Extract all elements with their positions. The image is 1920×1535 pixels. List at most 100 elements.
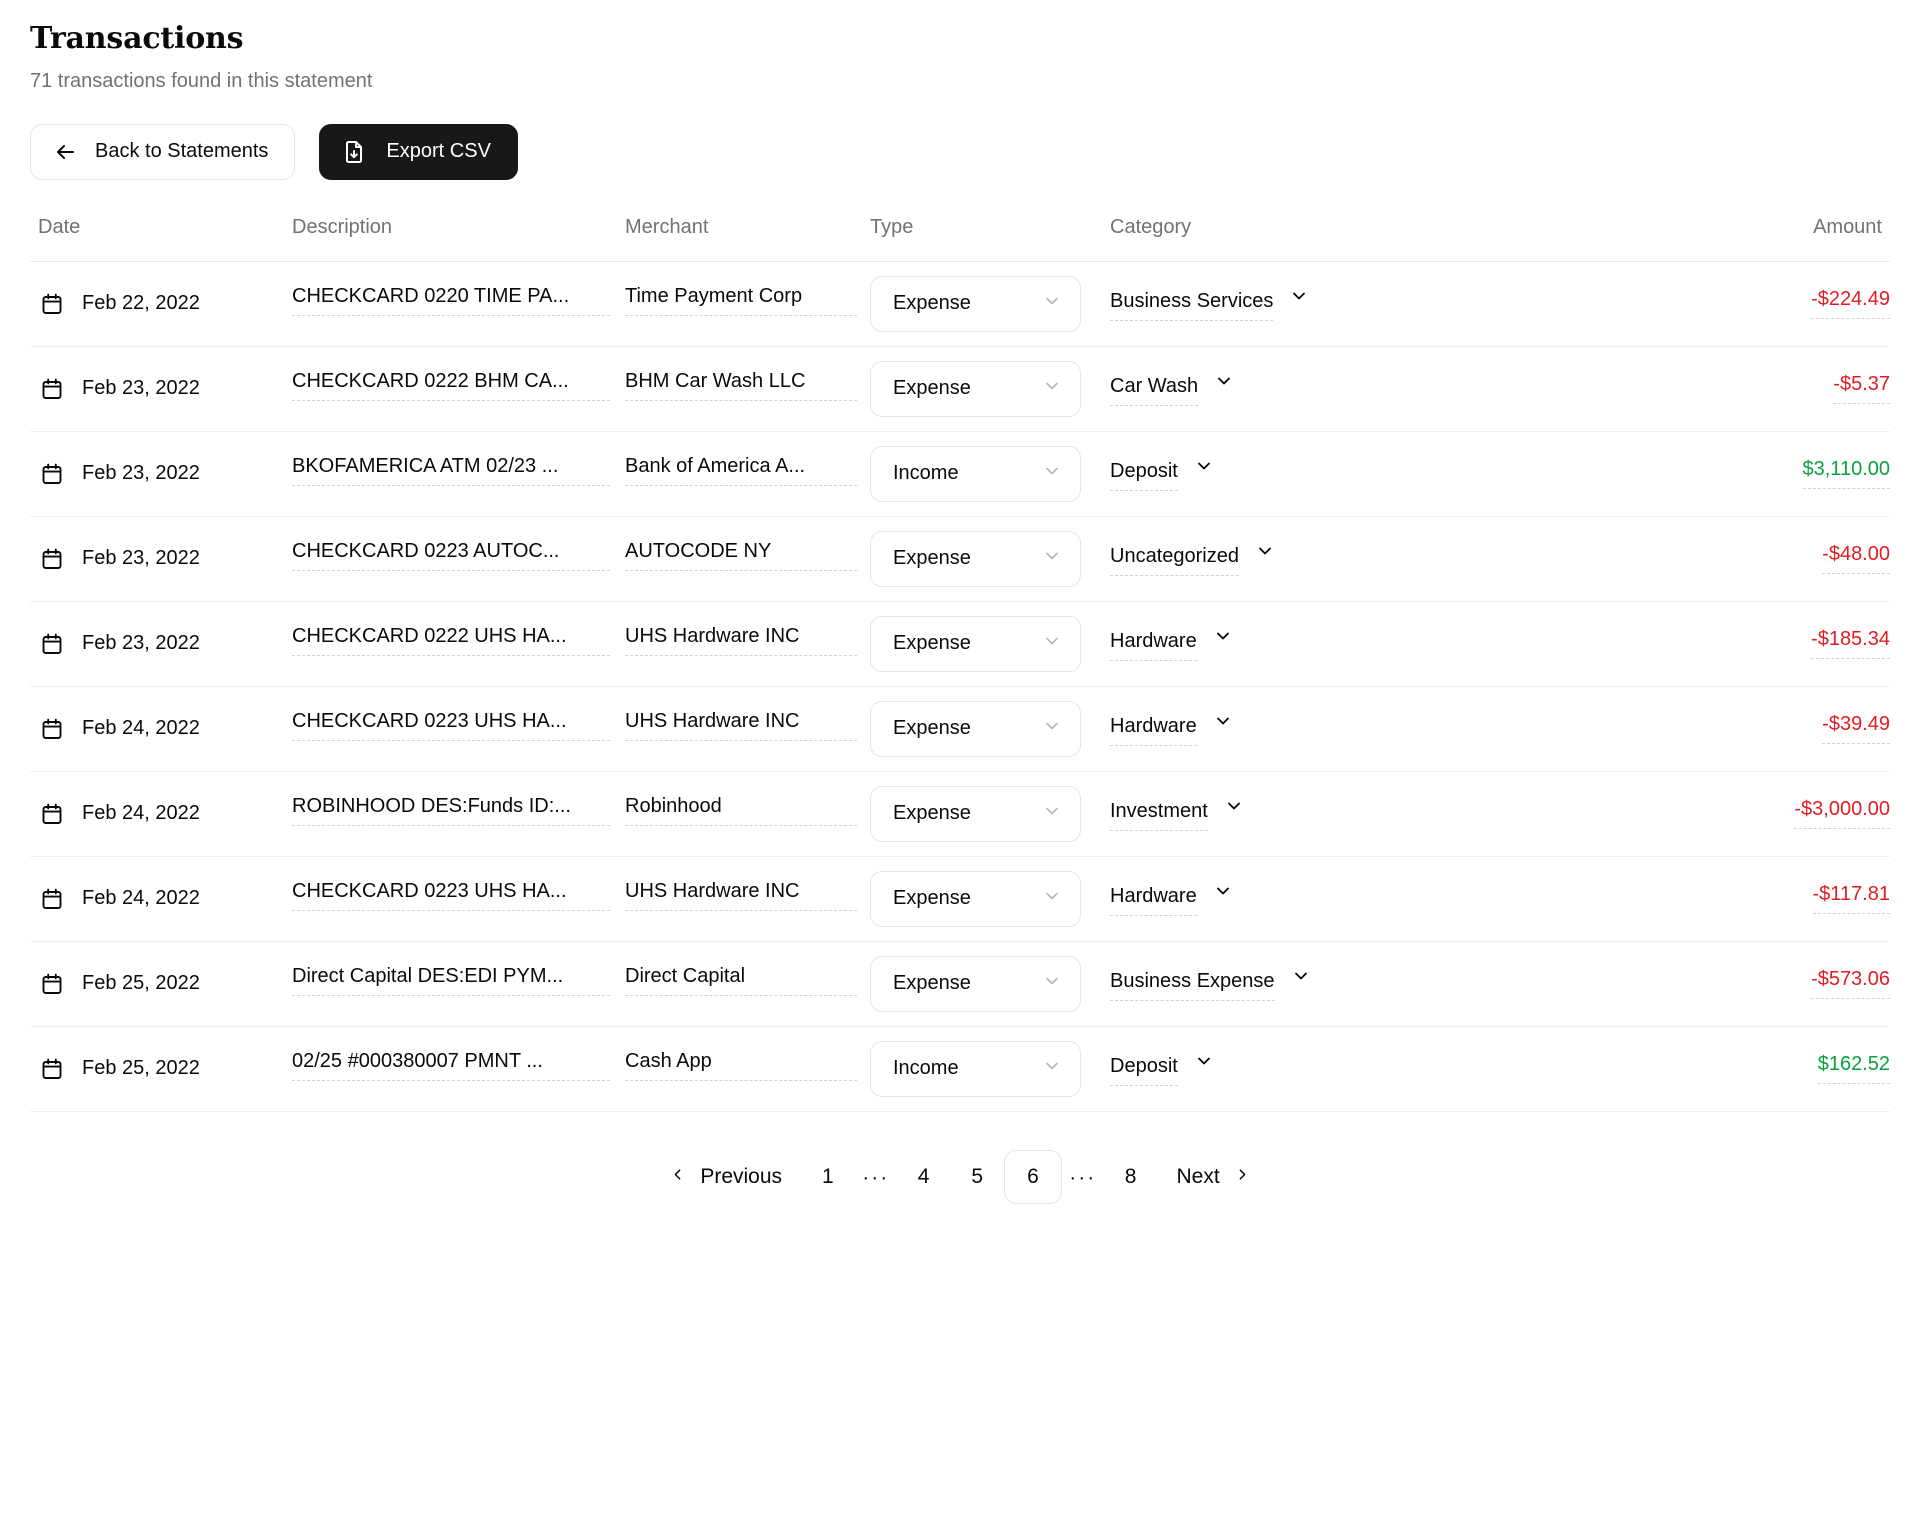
transaction-description[interactable]: BKOFAMERICA ATM 02/23 ...	[292, 455, 610, 486]
cell-description: CHECKCARD 0223 UHS HA...	[292, 686, 625, 771]
transaction-category-select[interactable]: Business Expense	[1110, 966, 1311, 1001]
transaction-description[interactable]: CHECKCARD 0223 UHS HA...	[292, 880, 610, 911]
transaction-category-select[interactable]: Uncategorized	[1110, 541, 1275, 576]
cell-merchant: UHS Hardware INC	[625, 601, 870, 686]
transaction-amount[interactable]: $162.52	[1817, 1053, 1890, 1084]
transaction-merchant[interactable]: UHS Hardware INC	[625, 625, 857, 656]
cell-type: Income	[870, 1026, 1110, 1111]
chevron-down-icon	[1042, 1056, 1062, 1082]
transaction-merchant[interactable]: Bank of America A...	[625, 455, 857, 486]
chevron-down-icon	[1042, 801, 1062, 827]
chevron-down-icon	[1194, 1051, 1214, 1086]
table-row: Feb 23, 2022 BKOFAMERICA ATM 02/23 ... Ban…	[30, 431, 1890, 516]
transaction-type-select[interactable]: Income	[870, 445, 1081, 502]
transaction-description[interactable]: CHECKCARD 0223 UHS HA...	[292, 710, 610, 741]
transaction-description[interactable]: ROBINHOOD DES:Funds ID:...	[292, 795, 610, 826]
transaction-merchant[interactable]: Direct Capital	[625, 965, 857, 996]
transaction-description[interactable]: CHECKCARD 0220 TIME PA...	[292, 285, 610, 316]
cell-amount: -$224.49	[1445, 261, 1890, 346]
chevron-down-icon	[1042, 631, 1062, 657]
transaction-amount[interactable]: -$39.49	[1822, 713, 1890, 744]
transaction-amount[interactable]: -$185.34	[1811, 628, 1890, 659]
chevron-down-icon	[1042, 291, 1062, 317]
transaction-type-select[interactable]: Expense	[870, 360, 1081, 417]
transaction-amount[interactable]: -$117.81	[1812, 883, 1890, 914]
pagination-ellipsis: ···	[1069, 1165, 1097, 1189]
cell-merchant: UHS Hardware INC	[625, 856, 870, 941]
cell-merchant: BHM Car Wash LLC	[625, 346, 870, 431]
transaction-merchant[interactable]: UHS Hardware INC	[625, 880, 857, 911]
transaction-type-select[interactable]: Expense	[870, 785, 1081, 842]
transaction-category-select[interactable]: Deposit	[1110, 1051, 1214, 1086]
cell-date: Feb 23, 2022	[30, 431, 292, 516]
cell-type: Income	[870, 431, 1110, 516]
transaction-description[interactable]: Direct Capital DES:EDI PYM...	[292, 965, 610, 996]
chevron-down-icon	[1213, 881, 1233, 916]
pagination-page-8[interactable]: 8	[1104, 1150, 1158, 1204]
transaction-description[interactable]: 02/25 #000380007 PMNT ...	[292, 1050, 610, 1081]
transaction-category-select[interactable]: Investment	[1110, 796, 1244, 831]
transaction-type-select[interactable]: Expense	[870, 275, 1081, 332]
pagination: Previous 1 ··· 4 5 6 ··· 8 Next	[0, 1149, 1920, 1204]
transaction-amount[interactable]: -$573.06	[1811, 968, 1890, 999]
transaction-amount[interactable]: -$5.37	[1833, 373, 1890, 404]
chevron-down-icon	[1042, 886, 1062, 912]
pagination-page-1[interactable]: 1	[801, 1150, 855, 1204]
transaction-merchant[interactable]: Time Payment Corp	[625, 285, 857, 316]
transaction-merchant[interactable]: AUTOCODE NY	[625, 540, 857, 571]
pagination-page-4[interactable]: 4	[897, 1150, 951, 1204]
back-to-statements-button[interactable]: Back to Statements	[30, 123, 296, 180]
cell-merchant: Time Payment Corp	[625, 261, 870, 346]
transaction-merchant[interactable]: UHS Hardware INC	[625, 710, 857, 741]
transaction-merchant[interactable]: Cash App	[625, 1050, 857, 1081]
cell-category: Deposit	[1110, 431, 1445, 516]
transaction-type-value: Expense	[893, 717, 971, 739]
transaction-category-value: Business Expense	[1110, 970, 1275, 1001]
transaction-description[interactable]: CHECKCARD 0222 BHM CA...	[292, 370, 610, 401]
transaction-category-select[interactable]: Car Wash	[1110, 371, 1234, 406]
transaction-merchant[interactable]: Robinhood	[625, 795, 857, 826]
pagination-page-6[interactable]: 6	[1004, 1149, 1062, 1204]
pagination-next-button[interactable]: Next	[1157, 1152, 1269, 1202]
chevron-down-icon	[1194, 456, 1214, 491]
transaction-type-select[interactable]: Expense	[870, 615, 1081, 672]
transaction-category-select[interactable]: Hardware	[1110, 881, 1233, 916]
table-header: Date Description Merchant Type Category …	[30, 215, 1890, 262]
transaction-category-select[interactable]: Hardware	[1110, 711, 1233, 746]
transaction-date: Feb 22, 2022	[82, 292, 200, 314]
transaction-type-select[interactable]: Expense	[870, 870, 1081, 927]
transaction-amount[interactable]: -$48.00	[1822, 543, 1890, 574]
transaction-category-select[interactable]: Business Services	[1110, 286, 1309, 321]
cell-description: CHECKCARD 0220 TIME PA...	[292, 261, 625, 346]
transaction-category-value: Hardware	[1110, 630, 1197, 661]
transaction-type-select[interactable]: Expense	[870, 530, 1081, 587]
transaction-description[interactable]: CHECKCARD 0222 UHS HA...	[292, 625, 610, 656]
export-csv-button[interactable]: Export CSV	[319, 123, 518, 180]
chevron-down-icon	[1042, 376, 1062, 402]
transaction-type-select[interactable]: Income	[870, 1040, 1081, 1097]
transaction-type-select[interactable]: Expense	[870, 700, 1081, 757]
cell-description: Direct Capital DES:EDI PYM...	[292, 941, 625, 1026]
cell-type: Expense	[870, 261, 1110, 346]
cell-description: BKOFAMERICA ATM 02/23 ...	[292, 431, 625, 516]
cell-date: Feb 24, 2022	[30, 856, 292, 941]
table-header-row: Date Description Merchant Type Category …	[30, 215, 1890, 262]
transaction-description[interactable]: CHECKCARD 0223 AUTOC...	[292, 540, 610, 571]
transaction-merchant[interactable]: BHM Car Wash LLC	[625, 370, 857, 401]
transaction-amount[interactable]: $3,110.00	[1802, 458, 1890, 489]
table-body: Feb 22, 2022 CHECKCARD 0220 TIME PA... Tim…	[30, 261, 1890, 1111]
pagination-previous-button[interactable]: Previous	[650, 1152, 801, 1202]
pagination-pages: 1 ··· 4 5 6 ··· 8	[801, 1149, 1158, 1204]
transaction-type-select[interactable]: Expense	[870, 955, 1081, 1012]
cell-date: Feb 23, 2022	[30, 516, 292, 601]
table-row: Feb 23, 2022 CHECKCARD 0222 UHS HA... UHS …	[30, 601, 1890, 686]
transaction-amount[interactable]: -$224.49	[1811, 288, 1890, 319]
cell-description: CHECKCARD 0223 AUTOC...	[292, 516, 625, 601]
cell-category: Deposit	[1110, 1026, 1445, 1111]
transaction-type-value: Expense	[893, 632, 971, 654]
transaction-amount[interactable]: -$3,000.00	[1794, 798, 1890, 829]
pagination-page-5[interactable]: 5	[950, 1150, 1004, 1204]
cell-description: CHECKCARD 0223 UHS HA...	[292, 856, 625, 941]
transaction-category-select[interactable]: Deposit	[1110, 456, 1214, 491]
transaction-category-select[interactable]: Hardware	[1110, 626, 1233, 661]
